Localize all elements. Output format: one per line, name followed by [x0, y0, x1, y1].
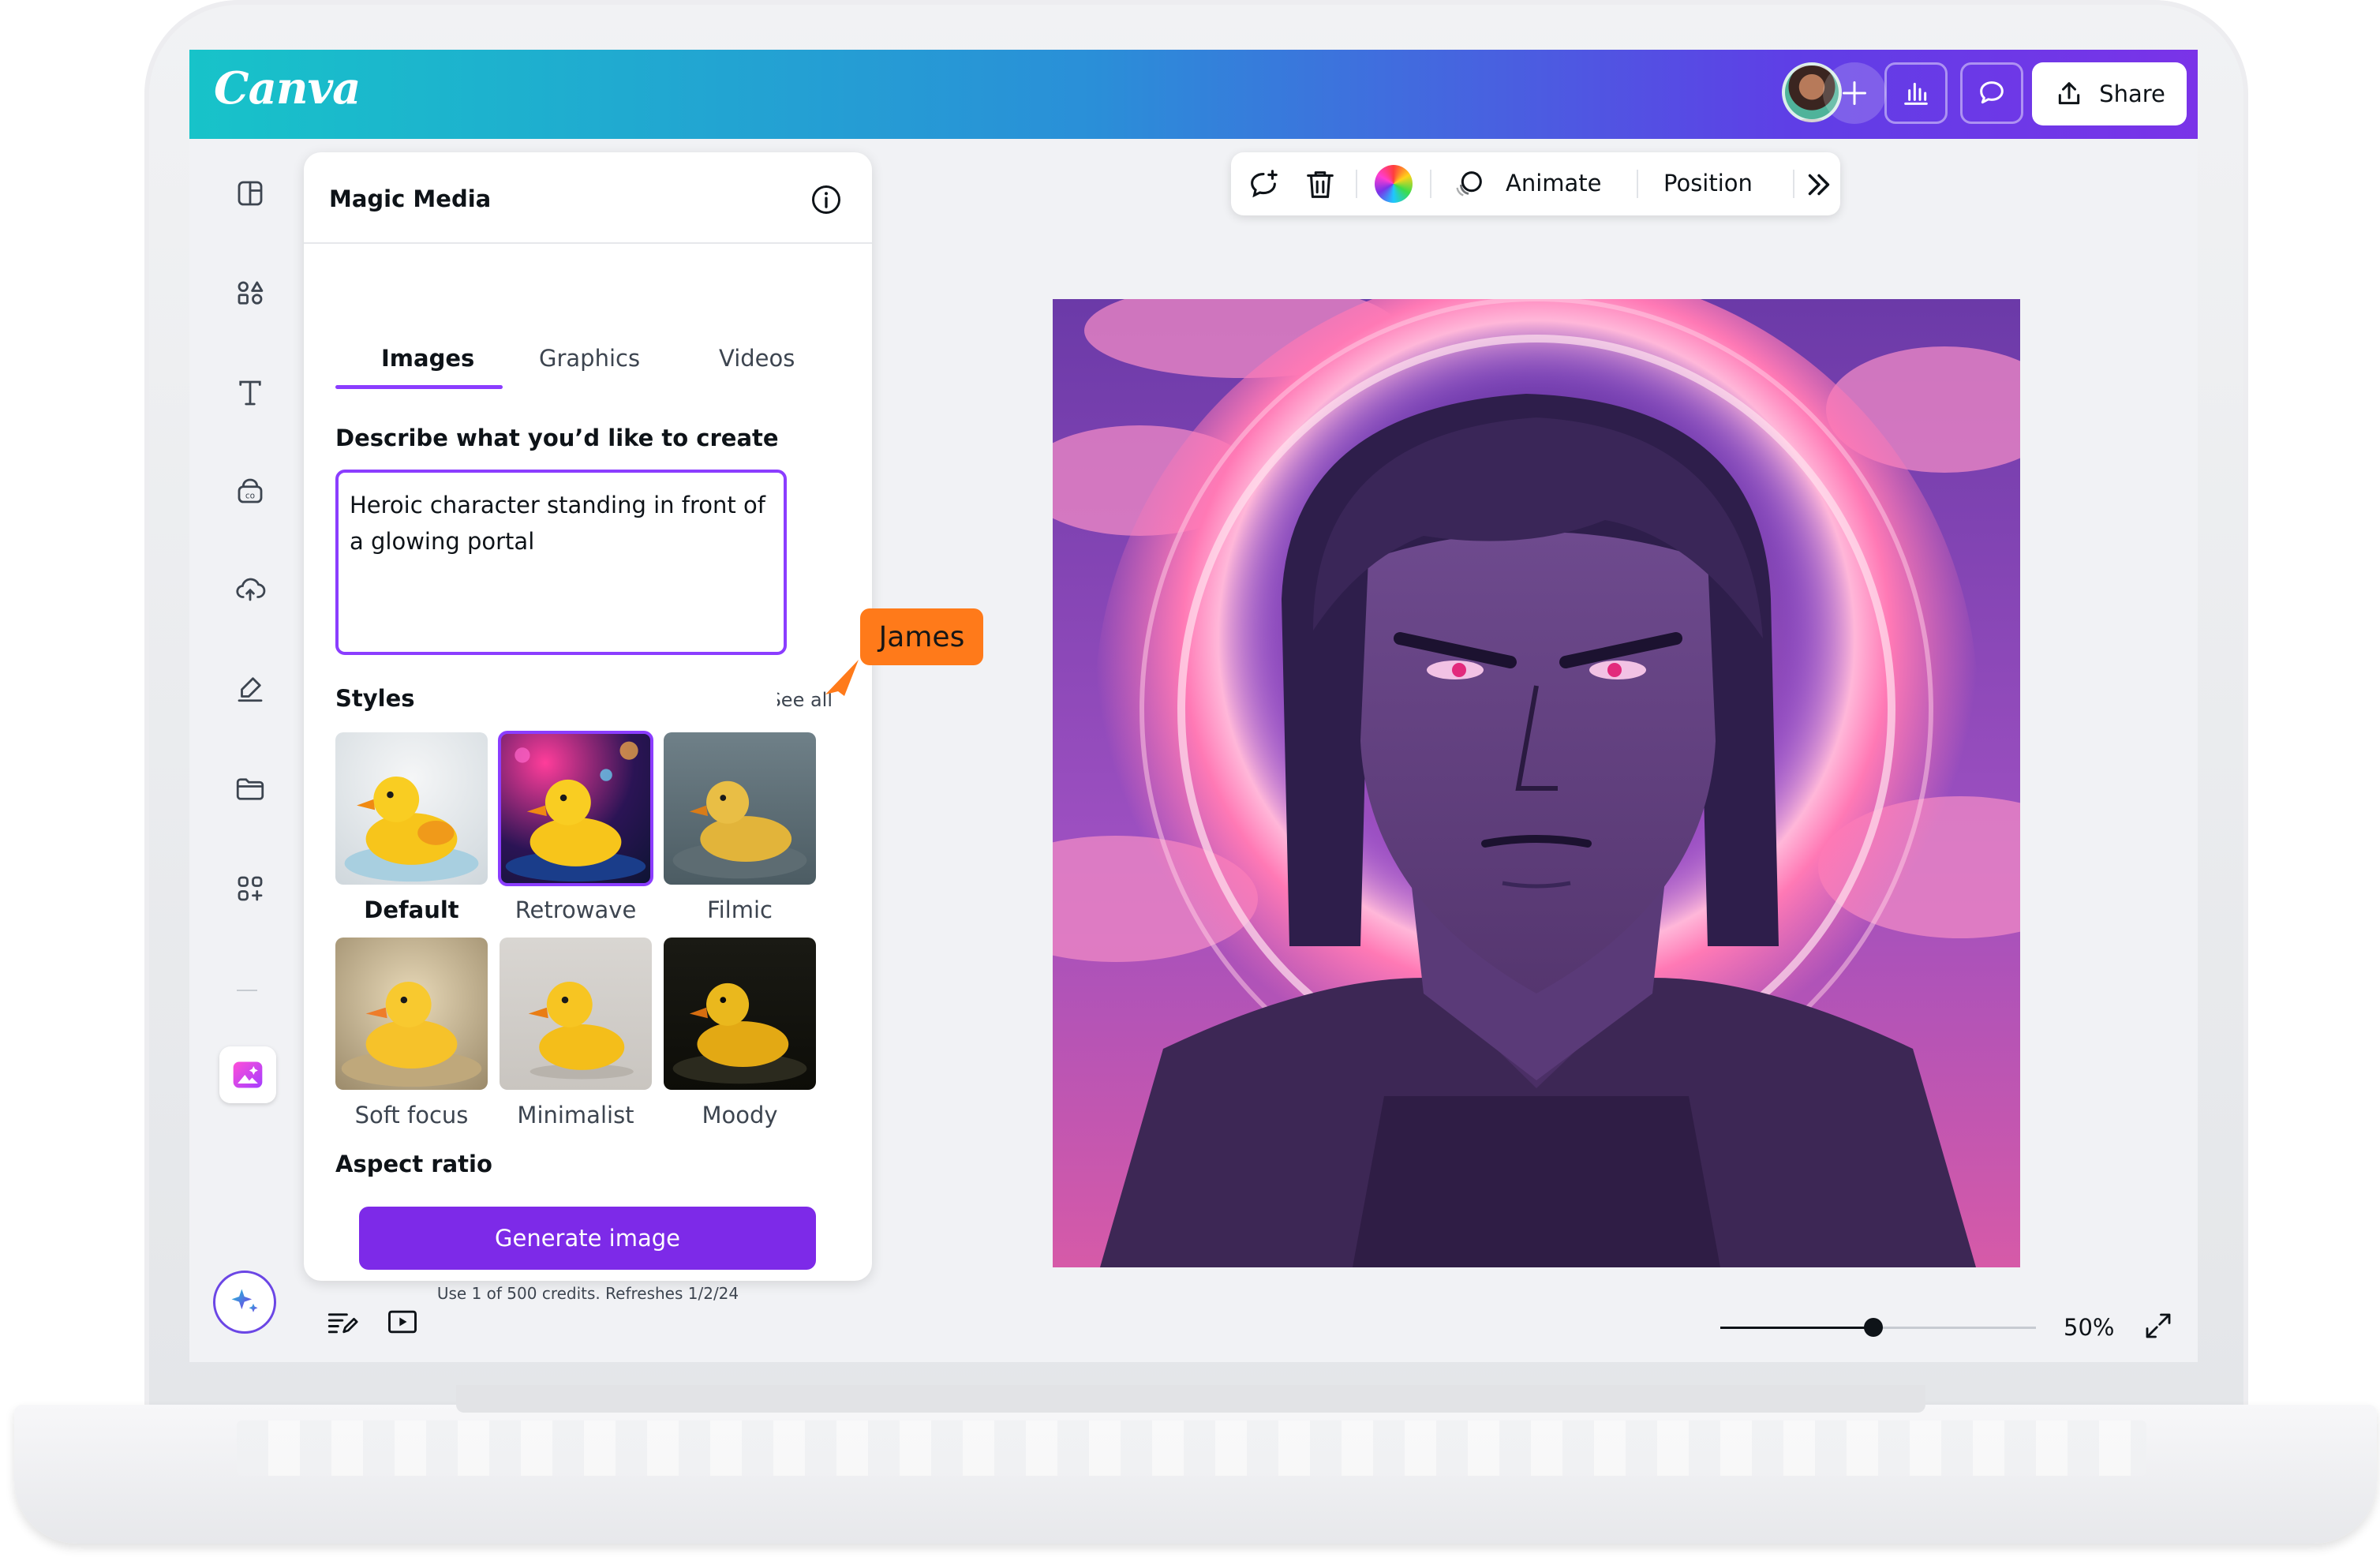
bar-chart-icon	[1904, 82, 1928, 105]
magic-media-panel: Magic Media Images Graphics Videos Descr…	[304, 152, 872, 1303]
color-picker-button[interactable]	[1375, 165, 1413, 203]
text-icon	[239, 380, 261, 406]
tab-videos[interactable]: Videos	[719, 345, 795, 372]
describe-label: Describe what you’d like to create	[335, 425, 779, 451]
rubber-duck-image	[672, 780, 807, 879]
shapes-icon	[238, 281, 264, 305]
rubber-duck-image	[341, 981, 482, 1087]
text-button[interactable]	[229, 372, 271, 414]
style-default-label: Default	[364, 896, 459, 923]
style-filmic-thumb[interactable]	[664, 732, 816, 885]
toolbar-divider	[1793, 170, 1794, 198]
panel-header-divider	[304, 242, 872, 244]
brand-button[interactable]: co	[229, 470, 271, 512]
info-button[interactable]	[809, 182, 844, 217]
style-default-thumb[interactable]	[335, 732, 488, 885]
add-collaborator-button[interactable]	[1823, 62, 1886, 124]
style-retrowave-label: Retrowave	[515, 896, 637, 923]
generate-image-button[interactable]: Generate image	[359, 1207, 816, 1270]
canva-logo: Canva	[214, 62, 361, 114]
aspect-ratio-label: Aspect ratio	[335, 1151, 492, 1177]
generated-artwork[interactable]	[1053, 299, 2020, 1267]
app-screen: Canva Share co Magic Media Images Graphi…	[189, 50, 2198, 1362]
toolbar-divider	[1356, 170, 1357, 198]
share-button[interactable]: Share	[2032, 62, 2187, 125]
draw-button[interactable]	[229, 667, 271, 709]
rubber-duck-image	[672, 982, 807, 1084]
style-soft-focus-label: Soft focus	[354, 1102, 469, 1128]
rail-divider	[237, 990, 257, 991]
style-retrowave-thumb[interactable]	[498, 731, 653, 886]
magic-media-button[interactable]	[219, 1046, 276, 1103]
comment-plus-icon	[1251, 170, 1278, 198]
apps-grid-icon	[238, 876, 263, 901]
zoom-level[interactable]: 50%	[2064, 1314, 2114, 1341]
laptop-keyboard	[237, 1420, 2146, 1476]
design-panel-button[interactable]	[229, 172, 271, 215]
comment-icon	[1980, 81, 2004, 104]
position-button[interactable]: Position	[1663, 170, 1753, 196]
style-minimalist-label: Minimalist	[517, 1102, 634, 1128]
style-moody-label: Moody	[702, 1102, 778, 1128]
credits-text: Use 1 of 500 credits. Refreshes 1/2/24	[436, 1284, 739, 1303]
sparkle-icon	[231, 1289, 258, 1312]
notes-icon	[327, 1313, 358, 1334]
notes-button[interactable]	[324, 1304, 363, 1344]
rubber-duck-image	[344, 776, 479, 882]
plus-icon	[1843, 81, 1866, 105]
rubber-duck-image	[528, 981, 634, 1080]
animate-icon	[1456, 171, 1482, 196]
tab-graphics[interactable]: Graphics	[539, 345, 640, 372]
projects-button[interactable]	[229, 768, 271, 810]
present-button[interactable]	[385, 1304, 425, 1344]
magic-media-icon	[233, 1061, 263, 1088]
style-moody-thumb[interactable]	[664, 938, 816, 1090]
zoom-slider-handle[interactable]	[1864, 1318, 1883, 1337]
comment-add-button[interactable]	[1245, 167, 1282, 203]
fullscreen-button[interactable]	[2142, 1309, 2178, 1346]
share-label: Share	[2099, 80, 2165, 107]
style-soft-focus-thumb[interactable]	[335, 938, 488, 1090]
magic-assistant-button[interactable]	[213, 1271, 276, 1334]
styles-label: Styles	[335, 685, 415, 712]
toolbar-divider	[1430, 170, 1431, 198]
animate-icon-wrap[interactable]	[1450, 167, 1487, 203]
panel-title: Magic Media	[329, 185, 492, 212]
comments-button[interactable]	[1960, 62, 2023, 124]
brand-icon: co	[238, 478, 263, 503]
insights-button[interactable]	[1884, 62, 1948, 124]
laptop-hinge	[456, 1385, 1925, 1413]
toolbar-divider	[1637, 170, 1638, 198]
active-tab-indicator	[335, 385, 503, 389]
cloud-upload-icon	[236, 578, 266, 601]
style-filmic-label: Filmic	[707, 896, 773, 923]
apps-button[interactable]	[229, 867, 271, 910]
element-toolbar: Animate Position	[1231, 152, 1840, 215]
info-icon	[812, 185, 840, 214]
pen-icon	[238, 677, 263, 702]
zoom-slider-fill	[1720, 1327, 1873, 1329]
hero-portrait-image	[1053, 299, 2020, 1267]
elements-button[interactable]	[229, 272, 271, 315]
more-options-button[interactable]	[1801, 167, 1837, 203]
collaborator-name-tag: James	[860, 608, 983, 665]
chevron-double-right-icon	[1808, 174, 1830, 196]
style-minimalist-thumb[interactable]	[500, 938, 652, 1090]
prompt-input[interactable]: Heroic character standing in front of a …	[335, 470, 787, 655]
trash-icon	[1307, 171, 1334, 198]
layout-icon	[238, 181, 263, 206]
rubber-duck-image	[505, 741, 646, 882]
upload-icon	[2058, 82, 2080, 105]
delete-button[interactable]	[1302, 167, 1338, 203]
top-bar: Canva Share	[189, 50, 2198, 139]
animate-button[interactable]: Animate	[1506, 170, 1602, 196]
svg-text:co: co	[245, 492, 255, 501]
tab-images[interactable]: Images	[381, 345, 474, 372]
expand-icon	[2146, 1313, 2171, 1338]
uploads-button[interactable]	[229, 567, 271, 610]
play-screen-icon	[388, 1310, 417, 1334]
folder-icon	[236, 778, 264, 800]
